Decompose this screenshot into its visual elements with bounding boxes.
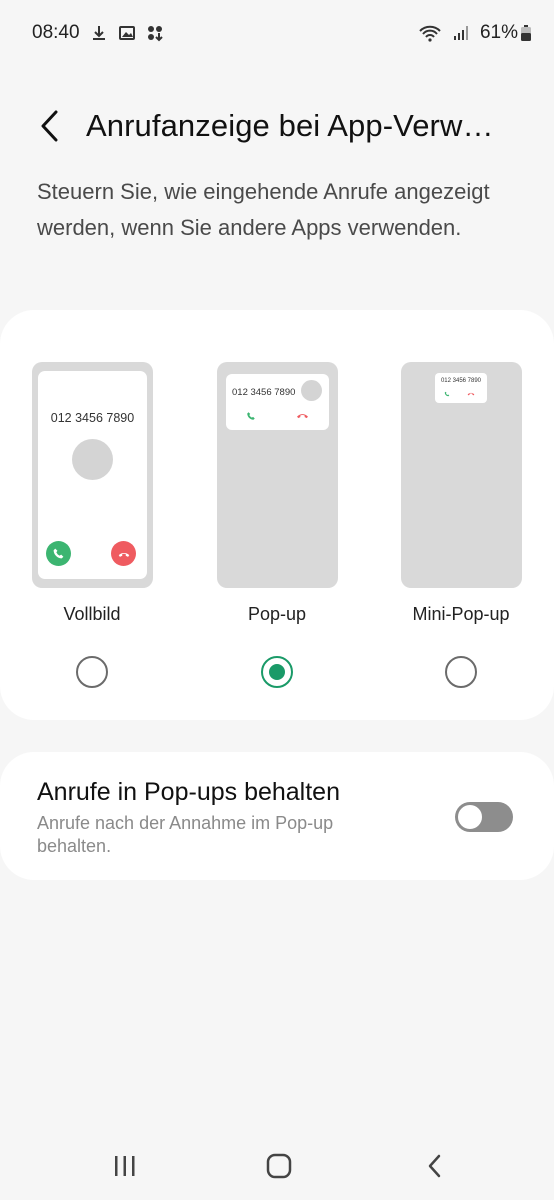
nav-back-button[interactable]	[410, 1144, 460, 1188]
accept-call-icon	[46, 541, 71, 566]
accept-call-icon	[444, 391, 450, 397]
accept-call-icon	[247, 412, 255, 420]
option-label: Pop-up	[247, 604, 307, 624]
page-description: Steuern Sie, wie eingehende Anrufe angez…	[37, 179, 490, 240]
setting-title: Anrufe in Pop-ups behalten	[37, 778, 340, 806]
decline-call-icon	[467, 392, 475, 396]
status-left: 08:40	[32, 22, 164, 44]
battery-icon	[521, 25, 531, 41]
avatar	[72, 439, 113, 480]
avatar	[301, 380, 322, 401]
option-label: Vollbild	[63, 604, 121, 624]
signal-icon	[453, 26, 468, 40]
radio-mini-popup[interactable]	[445, 656, 477, 688]
option-label: Mini-Pop-up	[412, 604, 510, 624]
popup-box: 012 3456 7890	[226, 374, 329, 430]
home-button[interactable]	[254, 1144, 304, 1188]
recents-icon	[115, 1156, 135, 1176]
chevron-left-icon	[41, 110, 58, 142]
back-icon	[428, 1154, 441, 1178]
keep-popup-switch[interactable]	[455, 802, 513, 832]
display-options-card: 012 3456 7890 Vollbild 012 3456 7890 Pop…	[0, 310, 554, 720]
preview-number: 012 3456 7890	[440, 378, 482, 384]
navigation-bar	[0, 1130, 554, 1200]
decline-call-icon	[111, 541, 136, 566]
radio-popup[interactable]	[261, 656, 293, 688]
page-title: Anrufanzeige bei App-Verw…	[86, 108, 494, 143]
wifi-icon	[419, 25, 441, 42]
option-fullscreen[interactable]: 012 3456 7890 Vollbild	[17, 310, 167, 720]
status-right: 61%	[418, 22, 532, 44]
image-icon	[118, 26, 135, 40]
battery-percent: 61%	[479, 22, 518, 43]
apps-icon	[147, 26, 163, 42]
header: Anrufanzeige bei App-Verw…	[0, 100, 554, 152]
option-popup[interactable]: 012 3456 7890 Pop-up	[202, 310, 352, 720]
status-time: 08:40	[32, 22, 80, 43]
radio-fullscreen[interactable]	[76, 656, 108, 688]
option-mini-popup[interactable]: 012 3456 7890 Mini-Pop-up	[386, 310, 536, 720]
recents-button[interactable]	[100, 1144, 150, 1188]
home-icon	[266, 1153, 292, 1179]
decline-call-icon	[297, 414, 308, 419]
back-button[interactable]	[26, 102, 74, 150]
setting-subtitle: Anrufe nach der Annahme im Pop-up behalt…	[37, 813, 334, 856]
preview-number: 012 3456 7890	[50, 411, 135, 425]
keep-popup-setting[interactable]: Anrufe in Pop-ups behalten Anrufe nach d…	[0, 752, 554, 880]
switch-knob	[456, 803, 484, 831]
fullscreen-preview: 012 3456 7890	[32, 362, 153, 588]
mini-popup-box: 012 3456 7890	[435, 373, 487, 403]
mini-popup-preview: 012 3456 7890	[401, 362, 522, 588]
preview-number: 012 3456 7890	[232, 387, 296, 398]
popup-preview: 012 3456 7890	[217, 362, 338, 588]
status-bar: 08:40 61%	[0, 0, 554, 66]
download-icon	[92, 26, 105, 40]
